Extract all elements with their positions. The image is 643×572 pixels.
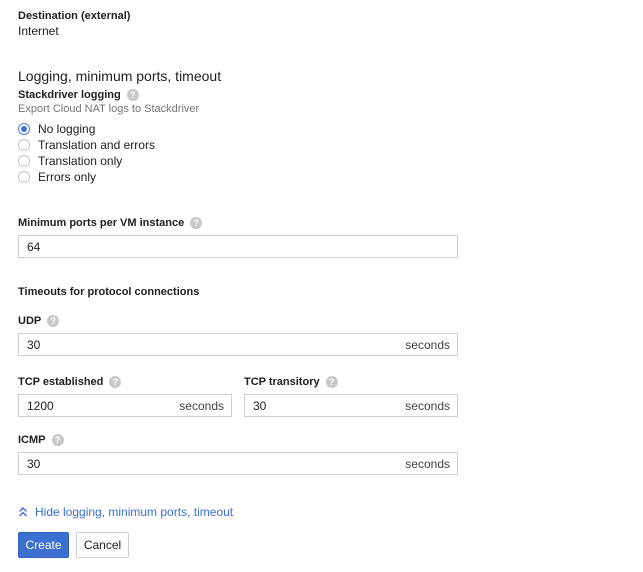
- hide-options-link[interactable]: Hide logging, minimum ports, timeout: [18, 505, 233, 519]
- tcp-transitory-input[interactable]: [245, 395, 406, 416]
- hide-options-link-label: Hide logging, minimum ports, timeout: [35, 505, 234, 519]
- tcp-transitory-unit-suffix: seconds: [405, 398, 450, 413]
- radio-label: Translation and errors: [38, 138, 155, 152]
- timeouts-heading: Timeouts for protocol connections: [18, 286, 200, 298]
- help-icon[interactable]: ?: [51, 434, 64, 447]
- tcp-established-input[interactable]: [19, 395, 180, 416]
- radio-label: Translation only: [38, 154, 123, 168]
- radio-label: No logging: [38, 122, 96, 136]
- tcp-established-unit-suffix: seconds: [179, 398, 224, 413]
- radio-translation-only[interactable]: Translation only: [18, 153, 122, 169]
- tcp-transitory-label: TCP transitory?: [244, 376, 338, 389]
- tcp-transitory-field[interactable]: seconds: [244, 394, 458, 417]
- stackdriver-logging-label: Stackdriver logging?: [18, 89, 139, 102]
- udp-timeout-field[interactable]: seconds: [18, 333, 458, 356]
- destination-label: Destination (external): [18, 10, 131, 22]
- udp-label-text: UDP: [18, 315, 42, 327]
- section-title: Logging, minimum ports, timeout: [18, 68, 222, 84]
- tcp-established-field[interactable]: seconds: [18, 394, 232, 417]
- radio-label: Errors only: [38, 170, 97, 184]
- radio-button[interactable]: [18, 139, 30, 151]
- radio-button[interactable]: [18, 155, 30, 167]
- tcp-transitory-label-text: TCP transitory: [244, 376, 320, 388]
- udp-label: UDP?: [18, 315, 60, 328]
- icmp-timeout-field[interactable]: seconds: [18, 452, 458, 475]
- create-button[interactable]: Create: [18, 532, 69, 558]
- chevron-double-up-icon: [19, 507, 27, 517]
- icmp-unit-suffix: seconds: [405, 456, 450, 471]
- icmp-label-text: ICMP: [18, 434, 46, 446]
- udp-timeout-input[interactable]: [19, 334, 406, 355]
- radio-errors-only[interactable]: Errors only: [18, 169, 96, 185]
- min-ports-label-text: Minimum ports per VM instance: [18, 217, 185, 229]
- help-icon[interactable]: ?: [325, 376, 338, 389]
- radio-button[interactable]: [18, 171, 30, 183]
- icmp-timeout-input[interactable]: [19, 453, 406, 474]
- help-icon[interactable]: ?: [47, 315, 60, 328]
- stackdriver-logging-label-text: Stackdriver logging: [18, 89, 121, 101]
- help-icon[interactable]: ?: [126, 89, 139, 102]
- radio-translation-and-errors[interactable]: Translation and errors: [18, 137, 155, 153]
- radio-button-checked[interactable]: [18, 123, 30, 135]
- udp-unit-suffix: seconds: [405, 337, 450, 352]
- help-icon[interactable]: ?: [190, 217, 203, 230]
- tcp-established-label-text: TCP established: [18, 376, 104, 388]
- tcp-established-label: TCP established?: [18, 376, 122, 389]
- min-ports-label: Minimum ports per VM instance?: [18, 217, 203, 230]
- min-ports-input[interactable]: [19, 236, 457, 257]
- help-icon[interactable]: ?: [109, 376, 122, 389]
- cancel-button[interactable]: Cancel: [76, 532, 129, 558]
- icmp-label: ICMP?: [18, 434, 64, 447]
- min-ports-field[interactable]: [18, 235, 458, 258]
- stackdriver-logging-description: Export Cloud NAT logs to Stackdriver: [18, 103, 200, 115]
- destination-value: Internet: [18, 24, 59, 38]
- radio-no-logging[interactable]: No logging: [18, 121, 95, 137]
